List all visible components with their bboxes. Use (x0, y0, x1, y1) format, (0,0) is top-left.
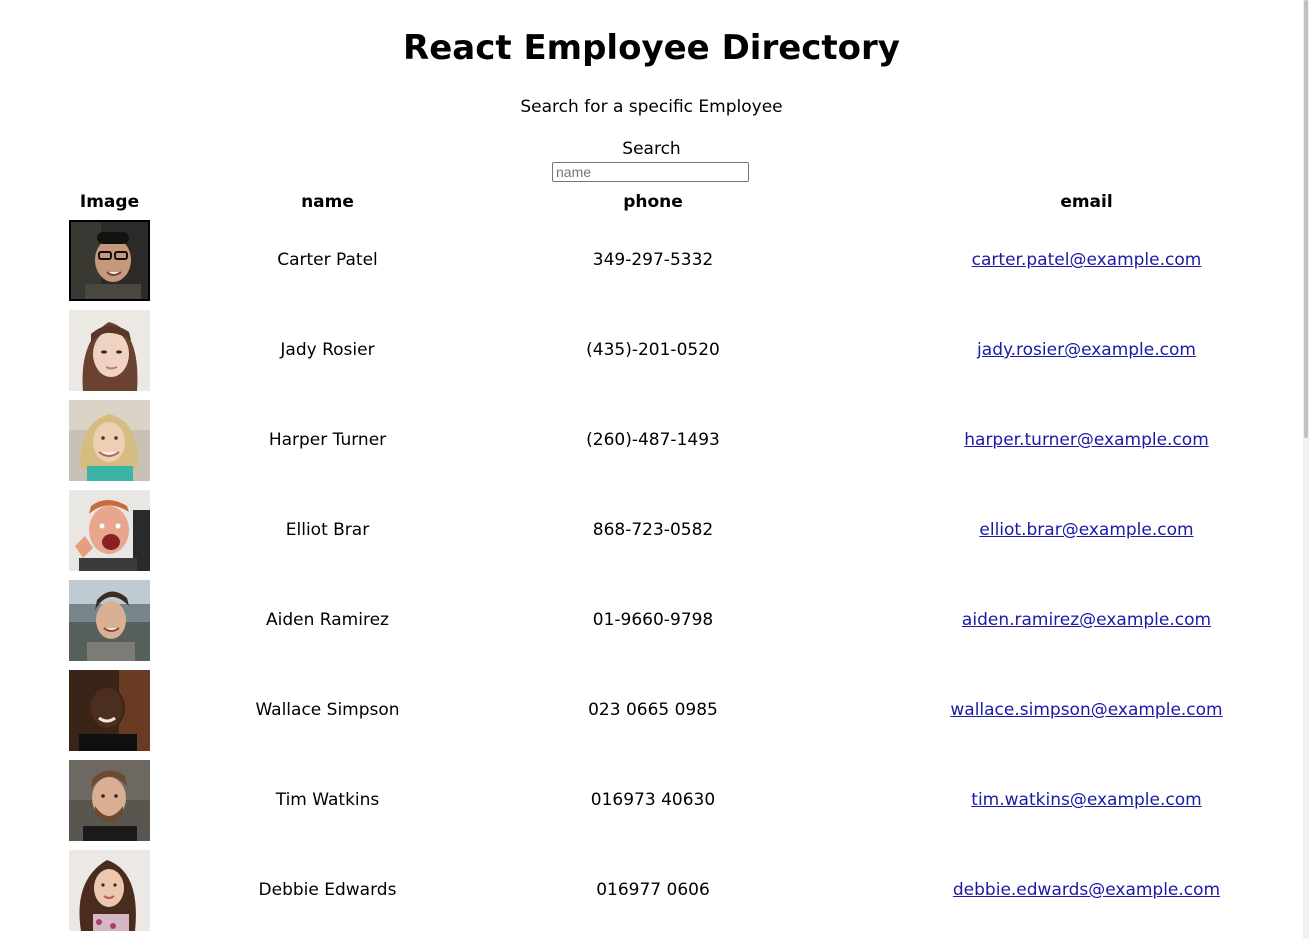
phone-cell: 349-297-5332 (592, 250, 714, 270)
table-row: Harper Turner (260)-487-1493 harper.turn… (0, 395, 1303, 485)
phone-cell: 868-723-0582 (592, 520, 714, 540)
page: React Employee Directory Search for a sp… (0, 0, 1309, 939)
avatar (69, 399, 150, 481)
page-subtitle: Search for a specific Employee (520, 97, 783, 117)
email-cell: debbie.edwards@example.com (870, 845, 1303, 935)
email-link[interactable]: harper.turner@example.com (964, 430, 1209, 450)
email-cell: carter.patel@example.com (870, 215, 1303, 305)
avatar (69, 579, 150, 661)
name-cell: Tim Watkins (275, 790, 380, 810)
name-cell: Debbie Edwards (258, 880, 397, 900)
image-cell (0, 845, 219, 935)
avatar (69, 309, 150, 391)
phone-cell: (435)-201-0520 (586, 340, 720, 360)
vertical-scrollbar[interactable] (1303, 0, 1309, 939)
image-cell (0, 305, 219, 395)
column-header-image[interactable]: Image (0, 189, 219, 215)
name-cell: Harper Turner (268, 430, 387, 450)
name-cell: Carter Patel (277, 250, 378, 270)
email-link[interactable]: elliot.brar@example.com (979, 520, 1193, 540)
table-row: Tim Watkins 016973 40630 tim.watkins@exa… (0, 755, 1303, 845)
phone-cell: 01-9660-9798 (592, 610, 714, 630)
name-cell: Jady Rosier (280, 340, 375, 360)
avatar (69, 489, 150, 571)
image-cell (0, 575, 219, 665)
email-link[interactable]: aiden.ramirez@example.com (962, 610, 1211, 630)
image-cell (0, 665, 219, 755)
table-row: Wallace Simpson 023 0665 0985 wallace.si… (0, 665, 1303, 755)
image-cell (0, 755, 219, 845)
name-cell: Wallace Simpson (255, 700, 400, 720)
table-row: Carter Patel 349-297-5332 carter.patel@e… (0, 215, 1303, 305)
name-cell: Elliot Brar (285, 520, 370, 540)
email-cell: tim.watkins@example.com (870, 755, 1303, 845)
name-cell: Aiden Ramirez (266, 610, 389, 630)
email-link[interactable]: carter.patel@example.com (972, 250, 1202, 270)
table-row: Debbie Edwards 016977 0606 debbie.edward… (0, 845, 1303, 935)
page-title: React Employee Directory (403, 28, 900, 68)
avatar (69, 759, 150, 841)
table-row: Elliot Brar 868-723-0582 elliot.brar@exa… (0, 485, 1303, 575)
email-cell: wallace.simpson@example.com (870, 665, 1303, 755)
avatar (69, 849, 150, 931)
column-header-email[interactable]: email (870, 189, 1303, 215)
phone-cell: 016977 0606 (596, 880, 710, 900)
column-header-phone[interactable]: phone (436, 189, 870, 215)
image-cell (0, 215, 219, 305)
email-cell: harper.turner@example.com (870, 395, 1303, 485)
phone-cell: (260)-487-1493 (586, 430, 720, 450)
email-cell: jady.rosier@example.com (870, 305, 1303, 395)
image-cell (0, 485, 219, 575)
column-header-name[interactable]: name (219, 189, 436, 215)
phone-cell: 023 0665 0985 (588, 700, 718, 720)
table-row: Jady Rosier (435)-201-0520 jady.rosier@e… (0, 305, 1303, 395)
phone-cell: 016973 40630 (590, 790, 716, 810)
email-link[interactable]: debbie.edwards@example.com (953, 880, 1220, 900)
email-cell: elliot.brar@example.com (870, 485, 1303, 575)
employee-table: Image name phone email Carter Patel 349-… (0, 189, 1303, 935)
email-link[interactable]: jady.rosier@example.com (977, 340, 1196, 360)
search-label: Search (622, 139, 681, 159)
email-cell: aiden.ramirez@example.com (870, 575, 1303, 665)
avatar (69, 219, 150, 301)
image-cell (0, 395, 219, 485)
table-header-row: Image name phone email (0, 189, 1303, 215)
scrollbar-thumb[interactable] (1304, 0, 1308, 438)
search-input[interactable] (552, 162, 749, 182)
email-link[interactable]: tim.watkins@example.com (971, 790, 1201, 810)
avatar (69, 669, 150, 751)
email-link[interactable]: wallace.simpson@example.com (950, 700, 1222, 720)
table-row: Aiden Ramirez 01-9660-9798 aiden.ramirez… (0, 575, 1303, 665)
